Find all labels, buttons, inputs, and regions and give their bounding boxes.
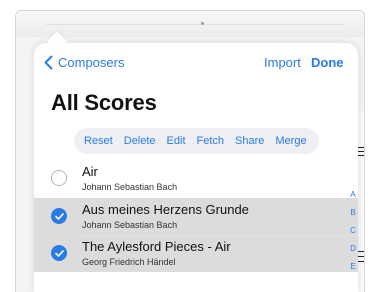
score-composer: Johann Sebastian Bach: [82, 220, 178, 230]
score-title: Air: [82, 164, 98, 179]
score-title: The Aylesford Pieces - Air: [82, 239, 231, 254]
score-composer: Johann Sebastian Bach: [82, 182, 178, 192]
back-button-label: Composers: [58, 55, 125, 70]
action-bar: Reset Delete Edit Fetch Share Merge: [74, 128, 319, 154]
score-row[interactable]: Air Johann Sebastian Bach: [34, 160, 358, 197]
score-title: Aus meines Herzens Grunde: [82, 202, 249, 217]
score-composer: Georg Friedrich Händel: [82, 257, 176, 267]
navigation-bar: Composers Import Done: [34, 43, 358, 83]
reset-button[interactable]: Reset: [84, 135, 113, 147]
index-letter[interactable]: E: [348, 262, 358, 271]
index-letter[interactable]: C: [348, 226, 358, 235]
import-button[interactable]: Import: [264, 55, 301, 70]
checkmark-icon: [54, 249, 64, 257]
fetch-button[interactable]: Fetch: [197, 135, 225, 147]
index-letter[interactable]: A: [348, 190, 358, 199]
toolbar-strip: [16, 11, 364, 37]
scores-popover: Composers Import Done All Scores Reset D…: [34, 43, 358, 292]
dot-icon: [201, 22, 204, 25]
index-letter[interactable]: B: [348, 208, 358, 217]
score-row[interactable]: Aus meines Herzens Grunde Johann Sebasti…: [34, 198, 358, 235]
merge-button[interactable]: Merge: [275, 135, 306, 147]
chevron-left-icon: [44, 55, 53, 70]
back-button[interactable]: Composers: [44, 55, 124, 70]
checkbox[interactable]: [51, 245, 67, 261]
share-button[interactable]: Share: [235, 135, 264, 147]
done-button[interactable]: Done: [311, 55, 344, 70]
score-row[interactable]: The Aylesford Pieces - Air Georg Friedri…: [34, 235, 358, 272]
index-letter[interactable]: D: [348, 244, 358, 253]
checkbox[interactable]: [51, 208, 67, 224]
edit-button[interactable]: Edit: [167, 135, 186, 147]
row-separator: [80, 235, 358, 236]
page-title: All Scores: [51, 90, 157, 115]
checkbox[interactable]: [51, 170, 67, 186]
checkmark-icon: [54, 212, 64, 220]
delete-button[interactable]: Delete: [124, 135, 156, 147]
divider: [46, 24, 344, 25]
